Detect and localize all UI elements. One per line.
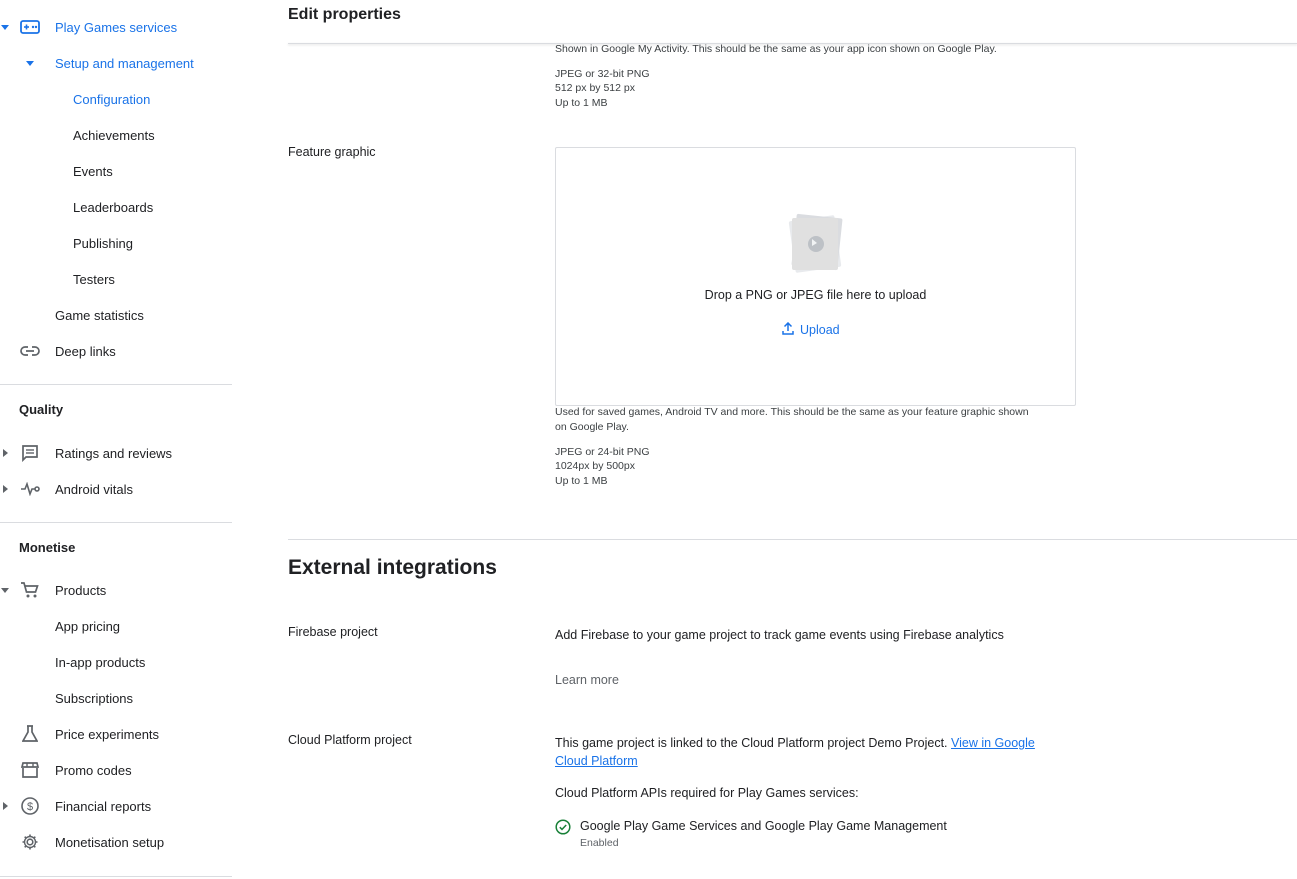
chevron-down-icon[interactable]	[0, 585, 10, 595]
apis-required-text: Cloud Platform APIs required for Play Ga…	[555, 786, 859, 800]
icon-max-text: Up to 1 MB	[555, 97, 608, 109]
sidebar-item-label: Deep links	[55, 343, 116, 359]
cloud-platform-text: This game project is linked to the Cloud…	[555, 736, 948, 750]
sidebar-divider	[0, 876, 232, 877]
link-text-line2: Cloud Platform	[555, 754, 638, 768]
chevron-right-icon[interactable]	[0, 448, 10, 458]
link-text-line1: View in Google	[951, 736, 1035, 750]
upload-button[interactable]: Upload	[782, 321, 840, 339]
sidebar-item-label: Play Games services	[55, 19, 178, 35]
feature-graphic-label: Feature graphic	[288, 145, 376, 159]
page-title: Edit properties	[288, 6, 401, 23]
section-title-external-integrations: External integrations	[288, 556, 497, 579]
section-divider	[288, 539, 1297, 540]
feature-graphic-dropzone[interactable]: Drop a PNG or JPEG file here to upload U…	[555, 147, 1076, 406]
link-icon	[20, 341, 40, 361]
flask-icon	[20, 724, 40, 744]
learn-more-link[interactable]: Learn more	[555, 673, 619, 687]
sidebar-item-label: Price experiments	[55, 726, 160, 742]
sidebar-item-ratings-and-reviews[interactable]: Ratings and reviews	[0, 435, 232, 471]
sidebar-section-quality: Quality	[19, 402, 64, 417]
check-circle-icon	[555, 819, 571, 835]
firebase-project-label: Firebase project	[288, 625, 378, 639]
sidebar-item-monetisation-setup[interactable]: Monetisation setup	[0, 824, 232, 860]
cloud-platform-project-label: Cloud Platform project	[288, 733, 412, 747]
feature-max-text: Up to 1 MB	[555, 475, 608, 487]
sidebar-item-label: Events	[73, 163, 113, 179]
sidebar-item-achievements[interactable]: Achievements	[0, 117, 232, 153]
sidebar-item-play-games-services[interactable]: Play Games services	[0, 9, 232, 45]
sidebar-item-events[interactable]: Events	[0, 153, 232, 189]
sidebar-item-android-vitals[interactable]: Android vitals	[0, 471, 232, 507]
sidebar-item-leaderboards[interactable]: Leaderboards	[0, 189, 232, 225]
sidebar-item-label: App pricing	[55, 618, 121, 634]
icon-format-text: JPEG or 32-bit PNG	[555, 68, 650, 80]
gear-icon	[20, 832, 40, 852]
sidebar-section-monetise: Monetise	[19, 540, 76, 555]
sidebar-item-price-experiments[interactable]: Price experiments	[0, 716, 232, 752]
sidebar-item-label: Game statistics	[55, 307, 144, 323]
sidebar-item-label: Configuration	[73, 91, 151, 107]
sidebar-item-configuration[interactable]: Configuration	[0, 81, 232, 117]
svg-text:$: $	[27, 801, 33, 813]
dropzone-instruction: Drop a PNG or JPEG file here to upload	[704, 288, 927, 302]
upload-icon	[782, 321, 794, 338]
sidebar-item-label: Testers	[73, 271, 115, 287]
sidebar-item-label: Setup and management	[55, 55, 194, 71]
sidebar-item-game-statistics[interactable]: Game statistics	[0, 297, 232, 333]
sidebar-item-label: In-app products	[55, 654, 146, 670]
sidebar-item-label: Monetisation setup	[55, 834, 165, 850]
sidebar-item-financial-reports[interactable]: $ Financial reports	[0, 788, 232, 824]
sidebar-item-label: Ratings and reviews	[55, 445, 173, 461]
sidebar-item-label: Financial reports	[55, 798, 152, 814]
cart-icon	[20, 580, 40, 600]
icon-help-text: Shown in Google My Activity. This should…	[555, 43, 997, 55]
cloud-platform-description: This game project is linked to the Cloud…	[555, 734, 1075, 770]
storefront-icon	[20, 760, 40, 780]
reviews-icon	[20, 443, 40, 463]
main-content: Edit properties Shown in Google My Activ…	[288, 0, 1297, 879]
sidebar-item-label: Publishing	[73, 235, 133, 251]
sidebar-item-label: Leaderboards	[73, 199, 154, 215]
sidebar-item-label: Android vitals	[55, 481, 134, 497]
sidebar-item-label: Products	[55, 582, 107, 598]
sidebar-item-app-pricing[interactable]: App pricing	[0, 608, 232, 644]
sidebar-item-testers[interactable]: Testers	[0, 261, 232, 297]
chevron-right-icon[interactable]	[0, 484, 10, 494]
sidebar-divider	[0, 522, 232, 523]
chevron-right-icon[interactable]	[0, 801, 10, 811]
icon-size-text: 512 px by 512 px	[555, 82, 635, 94]
image-placeholder-icon	[786, 212, 846, 274]
sidebar-item-setup-and-management[interactable]: Setup and management	[0, 45, 232, 81]
feature-size-text: 1024px by 500px	[555, 460, 635, 472]
sidebar-item-in-app-products[interactable]: In-app products	[0, 644, 232, 680]
chevron-down-icon[interactable]	[0, 22, 10, 32]
sidebar-item-products[interactable]: Products	[0, 572, 232, 608]
vitals-icon	[20, 479, 40, 499]
api-name: Google Play Game Services and Google Pla…	[580, 819, 947, 833]
sidebar-item-publishing[interactable]: Publishing	[0, 225, 232, 261]
gamepad-icon	[20, 17, 40, 37]
upload-label: Upload	[800, 323, 840, 337]
dollar-icon: $	[20, 796, 40, 816]
api-status: Enabled	[580, 837, 619, 849]
feature-help-line2: on Google Play.	[555, 421, 629, 433]
sidebar-item-label: Subscriptions	[55, 690, 134, 706]
feature-help-line1: Used for saved games, Android TV and mor…	[555, 406, 1029, 418]
sidebar-item-deep-links[interactable]: Deep links	[0, 333, 232, 369]
sidebar-item-label: Promo codes	[55, 762, 132, 778]
sidebar-item-label: Achievements	[73, 127, 155, 143]
sidebar-divider	[0, 384, 232, 385]
sidebar-item-subscriptions[interactable]: Subscriptions	[0, 680, 232, 716]
sidebar-item-promo-codes[interactable]: Promo codes	[0, 752, 232, 788]
feature-format-text: JPEG or 24-bit PNG	[555, 446, 650, 458]
chevron-down-icon[interactable]	[25, 58, 35, 68]
sidebar: Play Games services Setup and management…	[0, 0, 232, 879]
firebase-description: Add Firebase to your game project to tra…	[555, 628, 1004, 642]
